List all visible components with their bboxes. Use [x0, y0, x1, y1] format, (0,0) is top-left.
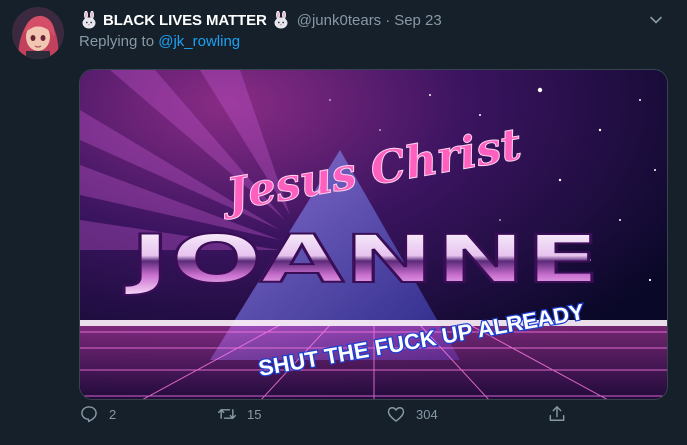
reply-count: 2: [109, 406, 117, 422]
chevron-down-icon[interactable]: [645, 9, 667, 31]
like-count: 304: [416, 406, 438, 422]
rabbit-face-icon: [271, 10, 291, 30]
author-name-group[interactable]: BLACK LIVES MATTER: [79, 10, 291, 30]
tweet-date[interactable]: Sep 23: [394, 12, 442, 29]
tweet-actions: 2 15 304: [79, 404, 639, 434]
rabbit-face-icon: [79, 10, 99, 30]
tweet-header: BLACK LIVES MATTER @junk0tears · Sep 23: [79, 9, 667, 31]
reply-mention-link[interactable]: @jk_rowling: [158, 33, 240, 50]
image-title-text: JOANNE: [123, 221, 600, 298]
share-icon: [547, 404, 567, 424]
like-button[interactable]: 304: [386, 404, 438, 424]
author-display-name[interactable]: BLACK LIVES MATTER: [103, 12, 267, 29]
reply-button[interactable]: 2: [79, 404, 116, 424]
author-handle[interactable]: @junk0tears: [297, 12, 381, 29]
retweet-icon: [217, 404, 237, 424]
heart-icon: [386, 404, 406, 424]
reply-icon: [79, 404, 99, 424]
retweet-button[interactable]: 15: [217, 404, 261, 424]
tweet-image[interactable]: Jesus Christ JOANNE SHUT THE FUCK UP ALR…: [79, 69, 668, 400]
avatar[interactable]: [12, 7, 64, 59]
share-button[interactable]: [547, 404, 567, 424]
replying-to: Replying to @jk_rowling: [79, 33, 240, 50]
replying-to-label: Replying to: [79, 33, 159, 50]
separator-dot: ·: [385, 11, 391, 29]
retweet-count: 15: [247, 406, 262, 422]
synthwave-meme-image: Jesus Christ JOANNE SHUT THE FUCK UP ALR…: [80, 70, 667, 399]
